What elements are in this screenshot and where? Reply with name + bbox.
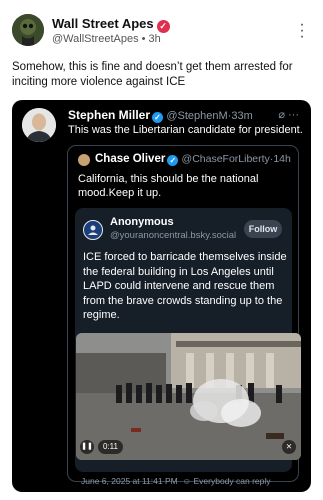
bsky-post-text: ICE forced to barricade themselves insid… xyxy=(83,251,287,321)
nested-author-name[interactable]: Chase Oliver ✓ @ChaseForLiberty·14h xyxy=(95,153,291,166)
post-footer: June 6, 2025 at 11:41 PM ☺ Everybody can… xyxy=(81,476,271,486)
quote-avatar[interactable] xyxy=(22,108,56,142)
post-card: Wall Street Apes ✓ @WallStreetApes • 3h ·… xyxy=(0,0,323,500)
embedded-tweet[interactable]: Stephen Miller ✓ @StephenM·33m ⌀ ··· This… xyxy=(12,100,311,492)
author-name[interactable]: Wall Street Apes ✓ xyxy=(52,16,170,33)
bluesky-post[interactable]: Anonymous @youranoncentral.bsky.social F… xyxy=(75,208,301,486)
video-duration: 0:11 xyxy=(98,440,123,454)
author-handle: @WallStreetApes • 3h xyxy=(52,33,161,45)
video-player[interactable]: ❚❚ 0:11 ⨯ xyxy=(76,333,301,460)
grok-icon[interactable]: ⌀ xyxy=(278,109,285,121)
ellipsis-icon[interactable]: ··· xyxy=(288,109,299,121)
bsky-author-handle: @youranoncentral.bsky.social xyxy=(110,230,237,241)
post-text: Somehow, this is fine and doesn’t get th… xyxy=(12,61,293,88)
people-icon: ☺ xyxy=(182,476,192,486)
pause-icon[interactable]: ❚❚ xyxy=(80,440,94,454)
nested-text: California, this should be the national … xyxy=(78,173,259,199)
verified-badge-icon: ✓ xyxy=(156,20,170,33)
mute-icon[interactable]: ⨯ xyxy=(282,440,296,454)
blue-check-icon: ✓ xyxy=(167,155,179,166)
quote-author-name[interactable]: Stephen Miller ✓ @StephenM·33m xyxy=(68,108,253,123)
quote-actions: ⌀ ··· xyxy=(278,108,299,121)
bsky-author-name[interactable]: Anonymous xyxy=(110,216,174,228)
anonymous-avatar[interactable] xyxy=(83,220,103,240)
blue-check-icon: ✓ xyxy=(152,112,164,123)
author-avatar[interactable] xyxy=(12,14,44,46)
nested-avatar[interactable] xyxy=(78,154,90,166)
follow-button[interactable]: Follow xyxy=(244,220,282,238)
quote-text: This was the Libertarian candidate for p… xyxy=(68,124,303,136)
nested-quote[interactable]: Chase Oliver ✓ @ChaseForLiberty·14h Calif… xyxy=(67,145,301,486)
vertical-ellipsis-icon[interactable]: · · · xyxy=(299,17,305,45)
